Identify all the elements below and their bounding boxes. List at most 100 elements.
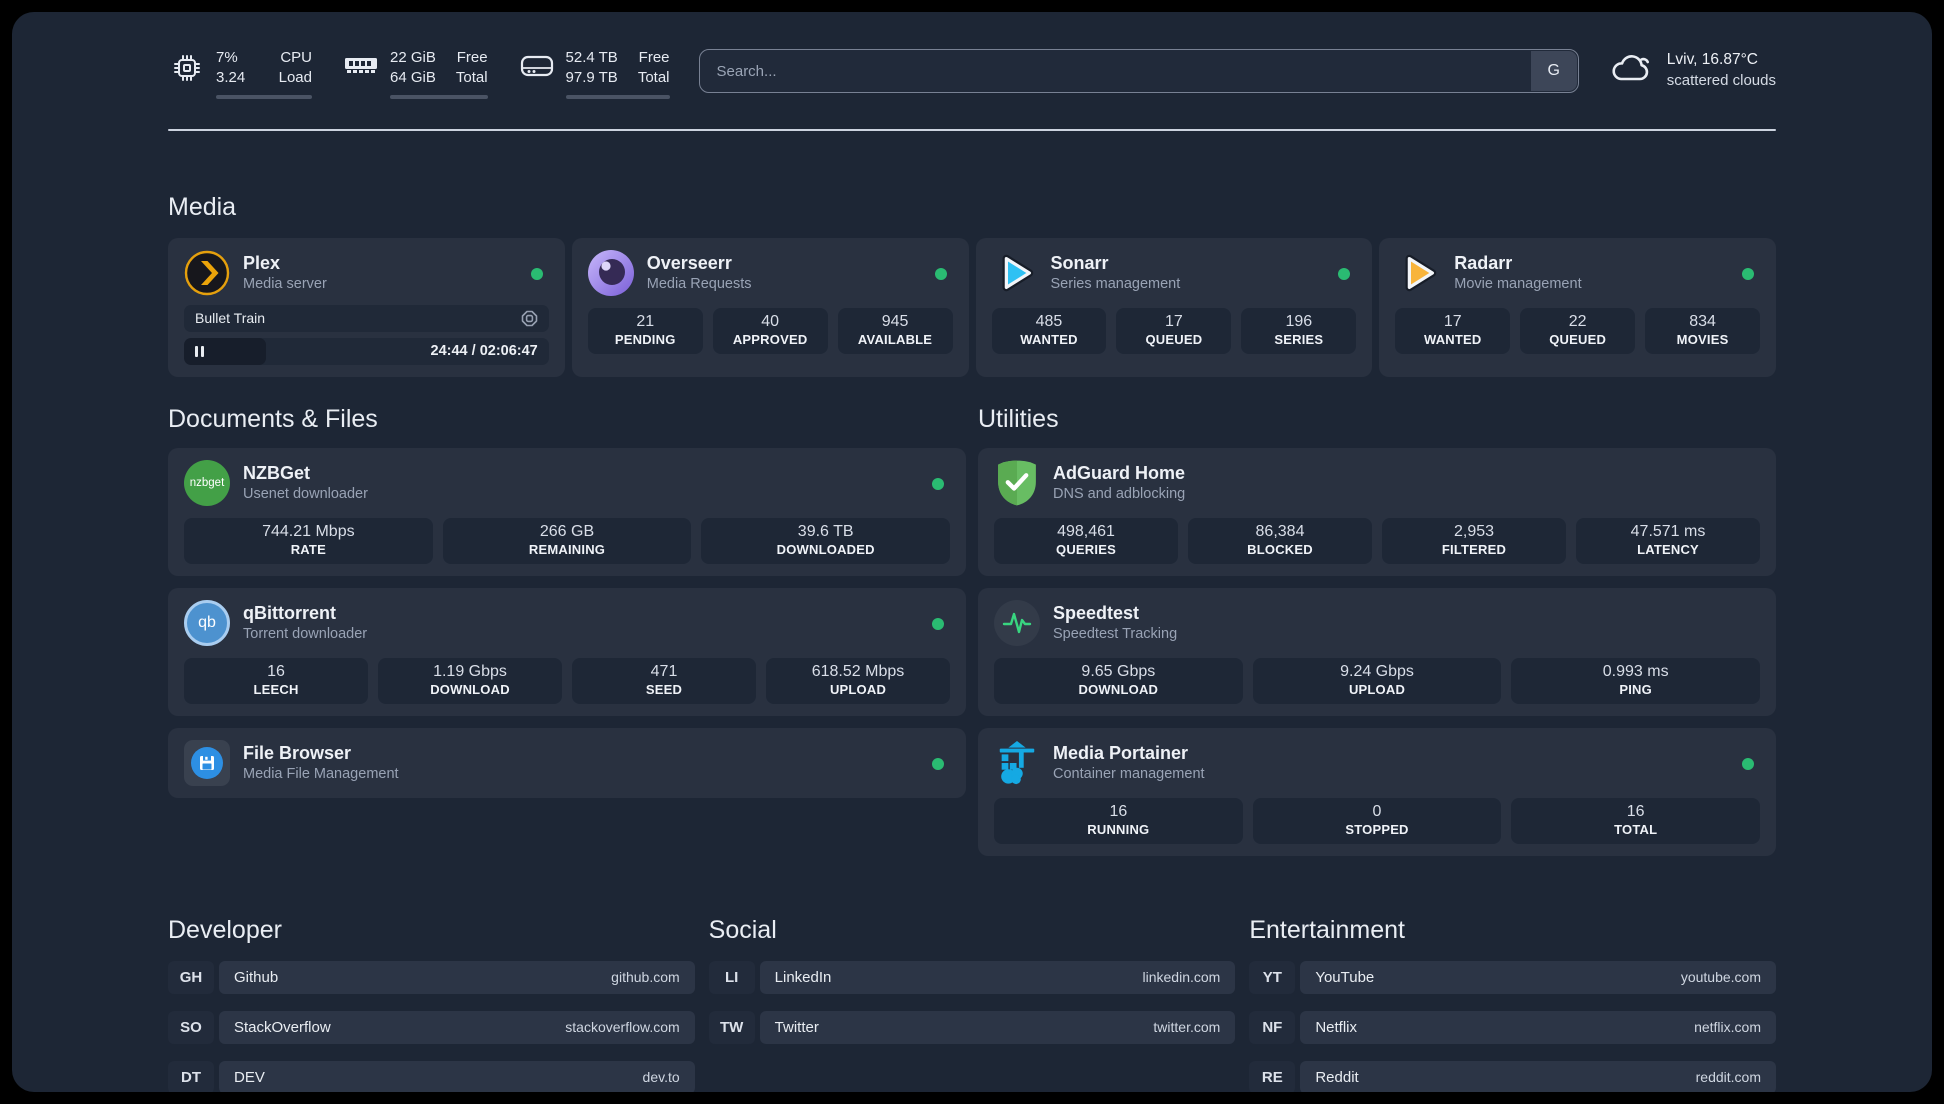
link-name: Github xyxy=(234,968,279,986)
section-title-developer: Developer xyxy=(168,915,282,944)
memory-metric: 22 GiB 64 GiB Free Total xyxy=(342,48,488,99)
app-name: File Browser xyxy=(243,742,352,763)
section-title-social: Social xyxy=(708,915,777,944)
link-abbr: LI xyxy=(708,960,755,994)
stat-tile: 0.993 ms PING xyxy=(1511,657,1761,704)
search-engine-button[interactable]: G xyxy=(1530,51,1577,91)
cpu-progress-bar xyxy=(216,94,312,99)
stat-tile: 945 AVAILABLE xyxy=(837,307,953,354)
status-dot xyxy=(932,477,944,490)
stat-tile: 16 LEECH xyxy=(184,657,368,704)
adguard-icon xyxy=(994,460,1040,506)
app-card-qbittorrent[interactable]: qb qBittorrent Torrent downloader 16 LEEC… xyxy=(168,587,966,716)
link-url: twitter.com xyxy=(1153,1019,1221,1035)
app-card-sonarr[interactable]: Sonarr Series management 485 WANTED 17 QUE… xyxy=(975,237,1373,377)
link-url: netflix.com xyxy=(1694,1019,1761,1035)
search-input[interactable] xyxy=(700,51,1531,91)
stat-tile: 39.6 TB DOWNLOADED xyxy=(701,517,951,564)
app-desc: Usenet downloader xyxy=(243,486,368,503)
stat-tile: 17 WANTED xyxy=(1395,307,1511,354)
memory-label-1: Free xyxy=(456,49,488,66)
link-dev[interactable]: DT DEV dev.to xyxy=(168,1060,695,1092)
link-name: DEV xyxy=(234,1068,265,1086)
cpu-icon xyxy=(168,48,206,83)
app-desc: Media File Management xyxy=(243,766,399,783)
stat-tile: 40 APPROVED xyxy=(712,307,828,354)
stat-tile: 834 MOVIES xyxy=(1645,307,1761,354)
status-dot xyxy=(530,267,543,280)
section-title-utilities: Utilities xyxy=(978,404,1059,433)
link-abbr: YT xyxy=(1249,960,1296,994)
app-card-portainer[interactable]: Media Portainer Container management 16 R… xyxy=(978,727,1776,856)
app-card-plex[interactable]: Plex Media server Bullet Train 24:44 / 0… xyxy=(168,237,565,377)
stat-tile: 47.571 ms LATENCY xyxy=(1576,517,1760,564)
status-dot xyxy=(1742,757,1754,770)
speedtest-icon xyxy=(994,599,1040,646)
app-card-filebrowser[interactable]: File Browser Media File Management xyxy=(168,727,966,798)
status-dot xyxy=(934,267,947,280)
weather-location: Lviv, 16.87°C xyxy=(1666,51,1758,68)
header-divider xyxy=(168,128,1776,131)
filebrowser-icon xyxy=(184,739,230,786)
media-grid: Plex Media server Bullet Train 24:44 / 0… xyxy=(168,237,1776,377)
weather-widget[interactable]: Lviv, 16.87°C scattered clouds xyxy=(1608,48,1776,91)
link-twitter[interactable]: TW Twitter twitter.com xyxy=(708,1010,1236,1044)
link-abbr: RE xyxy=(1249,1060,1296,1092)
section-title-documents: Documents & Files xyxy=(168,404,378,433)
app-desc: Media Requests xyxy=(646,276,752,293)
stat-tile: 17 QUEUED xyxy=(1116,307,1232,354)
now-playing-title: Bullet Train xyxy=(195,310,266,326)
link-netflix[interactable]: NF Netflix netflix.com xyxy=(1249,1010,1776,1044)
app-card-nzbget[interactable]: nzbget NZBGet Usenet downloader 744.21 M… xyxy=(168,447,966,576)
stat-tile: 485 WANTED xyxy=(991,307,1107,354)
app-card-radarr[interactable]: Radarr Movie management 17 WANTED 22 QUEUE… xyxy=(1379,237,1776,377)
link-url: reddit.com xyxy=(1695,1069,1761,1085)
app-card-adguard[interactable]: AdGuard Home DNS and adblocking 498,461 Q… xyxy=(978,447,1776,576)
nzbget-icon: nzbget xyxy=(184,459,230,506)
sonarr-icon xyxy=(992,250,1038,296)
stat-tile: 9.24 Gbps UPLOAD xyxy=(1252,657,1502,704)
gear-icon[interactable] xyxy=(521,310,538,327)
overseerr-icon xyxy=(587,249,634,296)
app-desc: Speedtest Tracking xyxy=(1053,626,1178,643)
app-desc: DNS and adblocking xyxy=(1053,486,1186,503)
app-card-speedtest[interactable]: Speedtest Speedtest Tracking 9.65 Gbps DO… xyxy=(978,587,1776,716)
radarr-icon xyxy=(1395,250,1441,296)
stat-tile: 22 QUEUED xyxy=(1520,307,1636,354)
memory-progress-bar xyxy=(390,94,488,99)
app-desc: Container management xyxy=(1053,766,1205,783)
storage-free: 52.4 TB xyxy=(565,49,618,66)
link-youtube[interactable]: YT YouTube youtube.com xyxy=(1249,960,1776,994)
app-name: Plex xyxy=(243,252,281,273)
utilities-column: Utilities AdGuard Home DNS and adblockin… xyxy=(978,379,1776,856)
link-name: StackOverflow xyxy=(234,1018,331,1036)
link-abbr: SO xyxy=(168,1010,214,1044)
link-abbr: NF xyxy=(1249,1010,1296,1044)
link-linkedin[interactable]: LI LinkedIn linkedin.com xyxy=(708,960,1236,994)
now-playing-row: Bullet Train xyxy=(184,304,549,332)
entertainment-section: Entertainment YT YouTube youtube.com NF N… xyxy=(1249,916,1776,1092)
link-url: dev.to xyxy=(642,1069,680,1085)
stat-tile: 0 STOPPED xyxy=(1252,797,1502,844)
cpu-percent: 7% xyxy=(216,49,238,66)
stat-tile: 618.52 Mbps UPLOAD xyxy=(766,657,950,704)
cpu-load-value: 3.24 xyxy=(216,69,246,87)
app-card-overseerr[interactable]: Overseerr Media Requests 21 PENDING 40 APP… xyxy=(571,237,969,377)
app-desc: Torrent downloader xyxy=(243,626,368,643)
link-url: youtube.com xyxy=(1680,969,1761,985)
app-name: Sonarr xyxy=(1050,252,1109,273)
app-name: Media Portainer xyxy=(1053,742,1189,763)
documents-column: Documents & Files nzbget NZBGet Usenet d… xyxy=(168,379,966,798)
link-github[interactable]: GH Github github.com xyxy=(168,960,695,994)
playback-progress-bar: 24:44 / 02:06:47 xyxy=(184,337,549,365)
link-reddit[interactable]: RE Reddit reddit.com xyxy=(1249,1060,1776,1092)
storage-icon xyxy=(518,48,556,79)
app-name: qBittorrent xyxy=(243,602,336,623)
portainer-icon xyxy=(994,740,1040,786)
link-stackoverflow[interactable]: SO StackOverflow stackoverflow.com xyxy=(168,1010,695,1044)
app-desc: Movie management xyxy=(1454,276,1582,293)
link-abbr: TW xyxy=(708,1010,755,1044)
status-dot xyxy=(932,617,944,630)
playback-progress-fill xyxy=(184,337,267,365)
storage-label-1: Free xyxy=(638,49,670,66)
